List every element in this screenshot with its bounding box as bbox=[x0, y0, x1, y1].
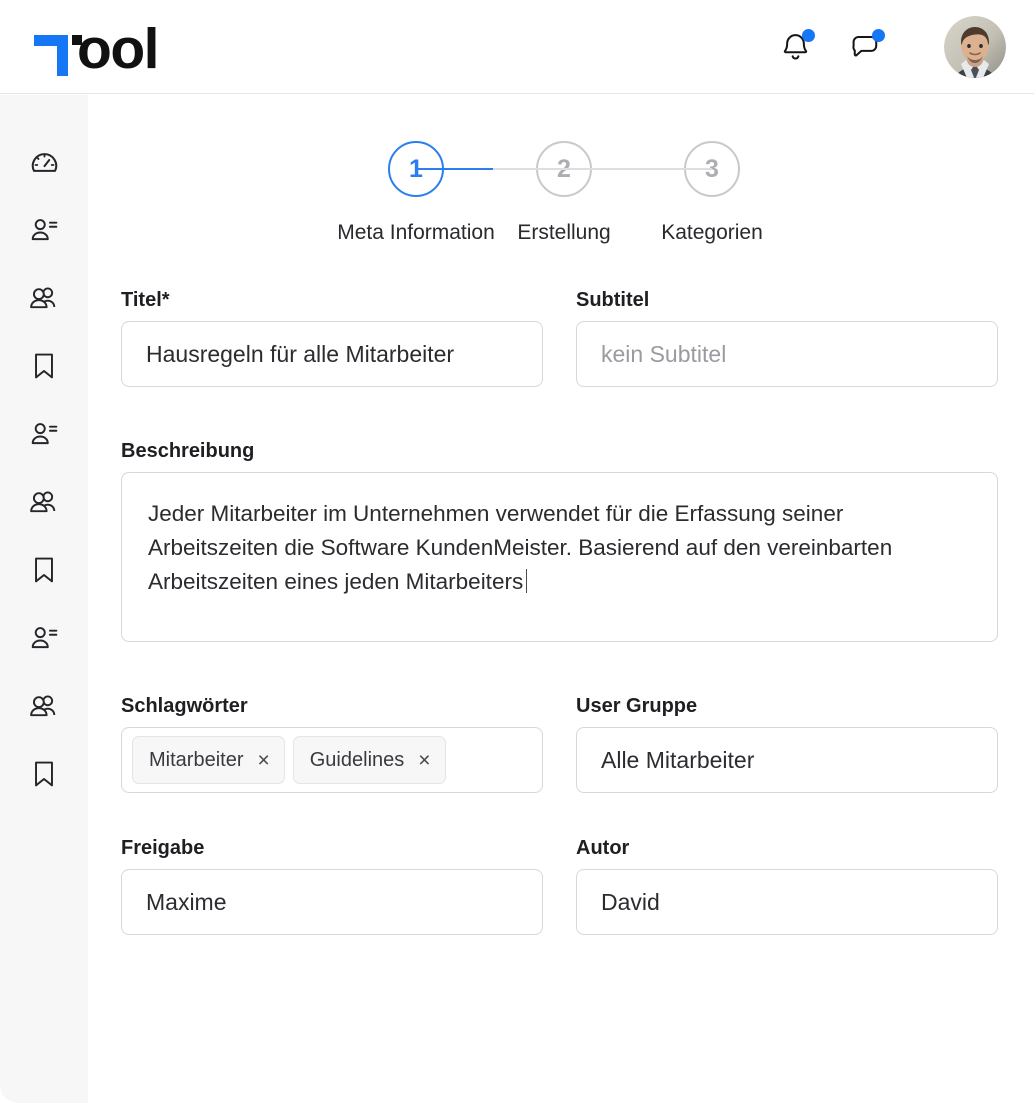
description-textarea[interactable]: Jeder Mitarbeiter im Unternehmen verwend… bbox=[121, 472, 998, 642]
step-connector-1 bbox=[416, 168, 564, 170]
user-list-icon bbox=[31, 627, 58, 649]
meta-information-form: Titel* Hausregeln für alle Mitarbeiter S… bbox=[88, 289, 1034, 935]
sidebar-item-bookmark-2[interactable] bbox=[22, 553, 66, 587]
app-header: ool bbox=[0, 0, 1034, 94]
title-label: Titel* bbox=[121, 289, 170, 311]
description-label: Beschreibung bbox=[121, 440, 255, 462]
subtitle-label: Subtitel bbox=[576, 289, 650, 311]
field-author: Autor David bbox=[576, 837, 998, 935]
sidebar-item-user-list-1[interactable] bbox=[22, 213, 66, 247]
field-description: Beschreibung Jeder Mitarbeiter im Untern… bbox=[121, 440, 998, 642]
tag-remove-icon[interactable]: × bbox=[257, 750, 269, 771]
app-logo[interactable]: ool bbox=[30, 16, 159, 81]
messages-button[interactable] bbox=[848, 28, 885, 64]
form-row-release: Freigabe Maxime Autor David bbox=[121, 837, 998, 935]
step-2-label: Erstellung bbox=[517, 221, 611, 244]
field-subtitle: Subtitel kein Subtitel bbox=[576, 289, 998, 387]
messages-badge bbox=[872, 28, 885, 42]
form-row-title: Titel* Hausregeln für alle Mitarbeiter S… bbox=[121, 289, 998, 387]
sidebar-item-dashboard[interactable] bbox=[22, 145, 66, 179]
field-tags: Schlagwörter Mitarbeiter × Guidelines × bbox=[121, 695, 543, 793]
sidebar-item-users-group-3[interactable] bbox=[22, 689, 66, 723]
users-group-icon bbox=[30, 287, 56, 309]
logo-text: ool bbox=[77, 16, 159, 81]
release-label: Freigabe bbox=[121, 837, 205, 859]
author-input[interactable]: David bbox=[576, 869, 998, 935]
step-connector-2 bbox=[564, 168, 712, 170]
field-title: Titel* Hausregeln für alle Mitarbeiter bbox=[121, 289, 543, 387]
avatar[interactable] bbox=[944, 15, 1006, 78]
tag-remove-icon[interactable]: × bbox=[418, 750, 430, 771]
user-group-label: User Gruppe bbox=[576, 695, 698, 717]
release-input[interactable]: Maxime bbox=[121, 869, 543, 935]
user-list-icon bbox=[31, 219, 58, 241]
notifications-button[interactable] bbox=[778, 28, 815, 64]
wizard-stepper: 1 Meta Information 2 Erstellung 3 Katego… bbox=[88, 141, 1034, 245]
dashboard-gauge-icon bbox=[31, 152, 57, 172]
sidebar-item-user-list-3[interactable] bbox=[22, 621, 66, 655]
user-group-input[interactable]: Alle Mitarbeiter bbox=[576, 727, 998, 793]
field-release: Freigabe Maxime bbox=[121, 837, 543, 935]
sidebar-item-bookmark-3[interactable] bbox=[22, 757, 66, 791]
subtitle-input[interactable]: kein Subtitel bbox=[576, 321, 998, 387]
t-logo-mark bbox=[30, 22, 82, 76]
field-user-group: User Gruppe Alle Mitarbeiter bbox=[576, 695, 998, 793]
sidebar-item-users-group-2[interactable] bbox=[22, 485, 66, 519]
author-label: Autor bbox=[576, 837, 630, 859]
sidebar-item-users-group-1[interactable] bbox=[22, 281, 66, 315]
step-1-label: Meta Information bbox=[337, 221, 495, 244]
bookmark-icon bbox=[35, 353, 53, 379]
avatar-image bbox=[944, 15, 1006, 78]
step-connector-1-fill bbox=[416, 168, 493, 170]
text-caret bbox=[526, 569, 528, 593]
description-text: Jeder Mitarbeiter im Unternehmen verwend… bbox=[148, 501, 893, 594]
bookmark-icon bbox=[35, 557, 53, 583]
tag-chip-label: Mitarbeiter bbox=[149, 748, 244, 771]
users-group-icon bbox=[30, 491, 56, 513]
main-content: 1 Meta Information 2 Erstellung 3 Katego… bbox=[88, 95, 1034, 1103]
notifications-badge bbox=[802, 28, 815, 42]
sidebar bbox=[0, 95, 88, 1103]
logo-dot bbox=[72, 34, 82, 45]
title-input[interactable]: Hausregeln für alle Mitarbeiter bbox=[121, 321, 543, 387]
users-group-icon bbox=[30, 695, 56, 717]
bookmark-icon bbox=[35, 761, 53, 787]
app-window: ool 1 Meta Information 2 Erstellung 3 Ka… bbox=[0, 0, 1034, 1103]
sidebar-item-user-list-2[interactable] bbox=[22, 417, 66, 451]
tags-label: Schlagwörter bbox=[121, 695, 248, 717]
step-3-label: Kategorien bbox=[661, 221, 763, 244]
tags-input[interactable]: Mitarbeiter × Guidelines × bbox=[121, 727, 543, 793]
header-actions bbox=[778, 15, 1006, 78]
tag-chip-label: Guidelines bbox=[309, 748, 405, 771]
stepper-row: 1 Meta Information 2 Erstellung 3 Katego… bbox=[337, 141, 763, 245]
user-list-icon bbox=[31, 423, 58, 445]
tag-chip[interactable]: Mitarbeiter × bbox=[132, 736, 285, 784]
sidebar-item-bookmark-1[interactable] bbox=[22, 349, 66, 383]
tag-chip[interactable]: Guidelines × bbox=[292, 736, 446, 784]
form-row-tags: Schlagwörter Mitarbeiter × Guidelines × … bbox=[121, 695, 998, 793]
